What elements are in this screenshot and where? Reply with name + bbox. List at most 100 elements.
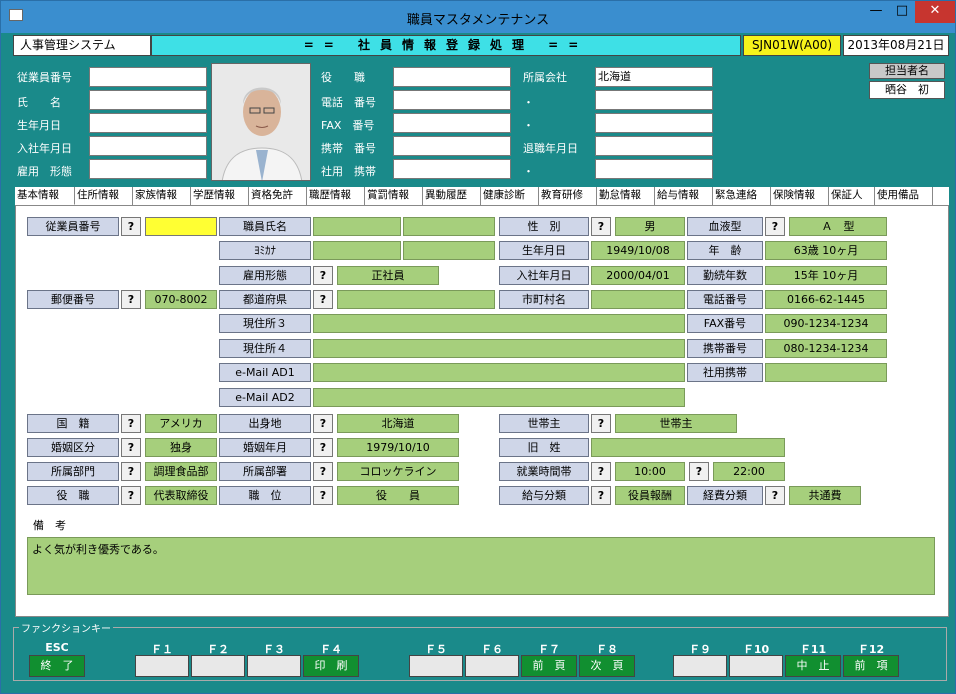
field-shichoson[interactable] — [591, 290, 685, 309]
fkey-f2-button[interactable] — [191, 655, 245, 677]
field-bumon[interactable]: 調理食品部 — [145, 462, 217, 481]
fkey-f5-button[interactable] — [409, 655, 463, 677]
fkey-f4-print-button[interactable]: 印 刷 — [303, 655, 359, 677]
field-kokuseki[interactable]: アメリカ — [145, 414, 217, 433]
field-biko[interactable]: よく気が利き優秀である。 — [27, 537, 935, 595]
tab-shokureki[interactable]: 職歴情報 — [307, 187, 365, 205]
field-kyuyo[interactable]: 役員報酬 — [615, 486, 685, 505]
fkey-f8-next-page-button[interactable]: 次 頁 — [579, 655, 635, 677]
lookup-seibetsu-button[interactable]: ? — [591, 217, 611, 236]
fkey-f10-button[interactable] — [729, 655, 783, 677]
field-shokui[interactable]: 役 員 — [337, 486, 459, 505]
field-seibetsu[interactable]: 男 — [615, 217, 685, 236]
top-field-yakushoku[interactable] — [393, 67, 511, 87]
tab-kenko[interactable]: 健康診断 — [481, 187, 539, 205]
tab-kyoiku[interactable]: 教育研修 — [539, 187, 597, 205]
tab-shikaku[interactable]: 資格免許 — [249, 187, 307, 205]
lookup-todofuken-button[interactable]: ? — [313, 290, 333, 309]
field-yomi-mei[interactable] — [403, 241, 495, 260]
field-seinen[interactable]: 1949/10/08 — [591, 241, 685, 260]
tab-hoken[interactable]: 保険情報 — [771, 187, 829, 205]
field-busho[interactable]: コロッケライン — [337, 462, 459, 481]
top-field-taishoku[interactable] — [595, 136, 713, 156]
field-mail1[interactable] — [313, 363, 685, 382]
lookup-ketsueki-button[interactable]: ? — [765, 217, 785, 236]
fkey-f3-button[interactable] — [247, 655, 301, 677]
lookup-shugyo-to-button[interactable]: ? — [689, 462, 709, 481]
field-shimei-sei[interactable] — [313, 217, 401, 236]
lookup-koyo-button[interactable]: ? — [313, 266, 333, 285]
field-koyo[interactable]: 正社員 — [337, 266, 439, 285]
fkey-f12-prev-item-button[interactable]: 前 項 — [843, 655, 899, 677]
tab-hoshonin[interactable]: 保証人 — [829, 187, 875, 205]
field-yomi-sei[interactable] — [313, 241, 401, 260]
field-nyusha[interactable]: 2000/04/01 — [591, 266, 685, 285]
tab-kintai[interactable]: 勤怠情報 — [597, 187, 655, 205]
fkey-f11-cancel-button[interactable]: 中 止 — [785, 655, 841, 677]
fkey-f6-button[interactable] — [465, 655, 519, 677]
tab-jusho[interactable]: 住所情報 — [75, 187, 133, 205]
tab-shobatsu[interactable]: 賞罰情報 — [365, 187, 423, 205]
fkey-esc-button[interactable]: 終 了 — [29, 655, 85, 677]
top-field-shozoku[interactable]: 北海道 — [595, 67, 713, 87]
field-keitai[interactable]: 080-1234-1234 — [765, 339, 887, 358]
lookup-kon-nengetsu-button[interactable]: ? — [313, 438, 333, 457]
top-field-keitai[interactable] — [393, 136, 511, 156]
fkey-f1-button[interactable] — [135, 655, 189, 677]
lookup-kokuseki-button[interactable]: ? — [121, 414, 141, 433]
field-keihi[interactable]: 共通費 — [789, 486, 861, 505]
field-kon-nengetsu[interactable]: 1979/10/10 — [337, 438, 459, 457]
lookup-shugyo-from-button[interactable]: ? — [591, 462, 611, 481]
lookup-shokui-button[interactable]: ? — [313, 486, 333, 505]
field-yakushoku[interactable]: 代表取締役 — [145, 486, 217, 505]
field-fax[interactable]: 090-1234-1234 — [765, 314, 887, 333]
field-kon-kubun[interactable]: 独身 — [145, 438, 217, 457]
tab-kyuyo[interactable]: 給与情報 — [655, 187, 713, 205]
tab-gakureki[interactable]: 学歴情報 — [191, 187, 249, 205]
lookup-yubin-button[interactable]: ? — [121, 290, 141, 309]
top-field-fax[interactable] — [393, 113, 511, 133]
top-field-r5[interactable] — [595, 159, 713, 179]
top-field-shimei[interactable] — [89, 90, 207, 110]
field-kyusei[interactable] — [591, 438, 785, 457]
field-ketsueki[interactable]: Ａ 型 — [789, 217, 887, 236]
lookup-jugyoin-button[interactable]: ? — [121, 217, 141, 236]
field-todofuken[interactable] — [337, 290, 495, 309]
fkey-f9-button[interactable] — [673, 655, 727, 677]
tab-kihon[interactable]: 基本情報 — [15, 187, 75, 205]
field-genjusho3[interactable] — [313, 314, 685, 333]
lookup-yakushoku-button[interactable]: ? — [121, 486, 141, 505]
top-field-seinen[interactable] — [89, 113, 207, 133]
lookup-setainushi-button[interactable]: ? — [591, 414, 611, 433]
top-field-shayo[interactable] — [393, 159, 511, 179]
lookup-bumon-button[interactable]: ? — [121, 462, 141, 481]
top-field-r3[interactable] — [595, 113, 713, 133]
field-mail2[interactable] — [313, 388, 685, 407]
top-field-jugyoin[interactable] — [89, 67, 207, 87]
top-field-r2[interactable] — [595, 90, 713, 110]
maximize-button[interactable]: □ — [889, 1, 915, 23]
lookup-busho-button[interactable]: ? — [313, 462, 333, 481]
lookup-shusshin-button[interactable]: ? — [313, 414, 333, 433]
field-setainushi[interactable]: 世帯主 — [615, 414, 737, 433]
lookup-kyuyo-button[interactable]: ? — [591, 486, 611, 505]
tab-kinkyu[interactable]: 緊急連絡 — [713, 187, 771, 205]
field-jugyoin[interactable] — [145, 217, 217, 236]
top-field-denwa[interactable] — [393, 90, 511, 110]
tab-ido[interactable]: 異動履歴 — [423, 187, 481, 205]
field-yubin[interactable]: 070-8002 — [145, 290, 217, 309]
tab-bihin[interactable]: 使用備品 — [875, 187, 933, 205]
fkey-f7-prev-page-button[interactable]: 前 頁 — [521, 655, 577, 677]
minimize-button[interactable]: — — [863, 1, 889, 23]
field-denwa[interactable]: 0166-62-1445 — [765, 290, 887, 309]
field-shayo[interactable] — [765, 363, 887, 382]
field-shugyo-to[interactable]: 22:00 — [713, 462, 785, 481]
close-button[interactable]: ✕ — [915, 1, 955, 23]
lookup-kon-kubun-button[interactable]: ? — [121, 438, 141, 457]
field-shimei-mei[interactable] — [403, 217, 495, 236]
field-genjusho4[interactable] — [313, 339, 685, 358]
lookup-keihi-button[interactable]: ? — [765, 486, 785, 505]
field-shugyo-from[interactable]: 10:00 — [615, 462, 685, 481]
top-field-koyo[interactable] — [89, 159, 207, 179]
field-shusshin[interactable]: 北海道 — [337, 414, 459, 433]
